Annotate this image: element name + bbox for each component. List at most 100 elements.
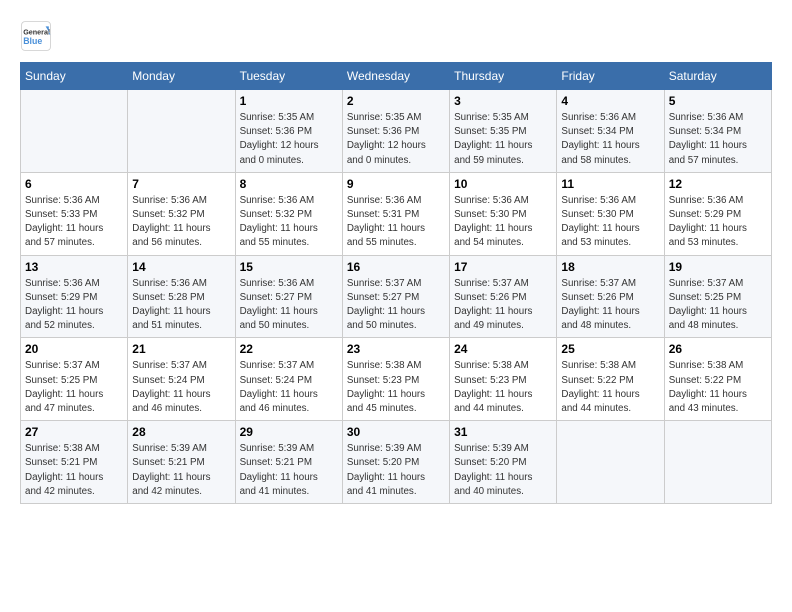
calendar-cell: 16 Sunrise: 5:37 AMSunset: 5:27 PMDayligh… (342, 255, 449, 338)
calendar-cell: 1 Sunrise: 5:35 AMSunset: 5:36 PMDaylight… (235, 90, 342, 173)
day-number: 1 (240, 94, 338, 108)
day-info: Sunrise: 5:37 AMSunset: 5:24 PMDaylight:… (132, 359, 230, 416)
day-number: 16 (347, 260, 445, 274)
day-info: Sunrise: 5:37 AMSunset: 5:26 PMDaylight:… (561, 277, 659, 334)
calendar-cell: 30 Sunrise: 5:39 AMSunset: 5:20 PMDayligh… (342, 421, 449, 504)
day-info: Sunrise: 5:36 AMSunset: 5:30 PMDaylight:… (561, 194, 659, 251)
calendar-cell: 31 Sunrise: 5:39 AMSunset: 5:20 PMDayligh… (450, 421, 557, 504)
day-info: Sunrise: 5:36 AMSunset: 5:29 PMDaylight:… (25, 277, 123, 334)
calendar-cell: 29 Sunrise: 5:39 AMSunset: 5:21 PMDayligh… (235, 421, 342, 504)
day-header-sunday: Sunday (21, 63, 128, 90)
calendar-cell: 11Sunrise: 5:36 AMSunset: 5:30 PMDayligh… (557, 172, 664, 255)
day-number: 30 (347, 425, 445, 439)
calendar-cell: 18 Sunrise: 5:37 AMSunset: 5:26 PMDayligh… (557, 255, 664, 338)
day-info: Sunrise: 5:39 AMSunset: 5:20 PMDaylight:… (454, 442, 552, 499)
week-row-2: 6 Sunrise: 5:36 AMSunset: 5:33 PMDaylight… (21, 172, 772, 255)
day-number: 28 (132, 425, 230, 439)
day-info: Sunrise: 5:36 AMSunset: 5:32 PMDaylight:… (132, 194, 230, 251)
calendar-cell: 27 Sunrise: 5:38 AMSunset: 5:21 PMDayligh… (21, 421, 128, 504)
day-info: Sunrise: 5:36 AMSunset: 5:31 PMDaylight:… (347, 194, 445, 251)
calendar-table: SundayMondayTuesdayWednesdayThursdayFrid… (20, 62, 772, 504)
day-info: Sunrise: 5:39 AMSunset: 5:21 PMDaylight:… (132, 442, 230, 499)
calendar-cell: 14Sunrise: 5:36 AMSunset: 5:28 PMDayligh… (128, 255, 235, 338)
calendar-cell: 19 Sunrise: 5:37 AMSunset: 5:25 PMDayligh… (664, 255, 771, 338)
day-number: 23 (347, 342, 445, 356)
day-info: Sunrise: 5:35 AMSunset: 5:35 PMDaylight:… (454, 111, 552, 168)
day-number: 15 (240, 260, 338, 274)
calendar-cell: 15Sunrise: 5:36 AMSunset: 5:27 PMDayligh… (235, 255, 342, 338)
day-number: 31 (454, 425, 552, 439)
day-header-tuesday: Tuesday (235, 63, 342, 90)
day-info: Sunrise: 5:37 AMSunset: 5:25 PMDaylight:… (25, 359, 123, 416)
day-info: Sunrise: 5:36 AMSunset: 5:34 PMDaylight:… (561, 111, 659, 168)
day-number: 14 (132, 260, 230, 274)
day-info: Sunrise: 5:39 AMSunset: 5:21 PMDaylight:… (240, 442, 338, 499)
calendar-cell: 13 Sunrise: 5:36 AMSunset: 5:29 PMDayligh… (21, 255, 128, 338)
calendar-cell: 17 Sunrise: 5:37 AMSunset: 5:26 PMDayligh… (450, 255, 557, 338)
calendar-cell: 6 Sunrise: 5:36 AMSunset: 5:33 PMDaylight… (21, 172, 128, 255)
calendar-header: SundayMondayTuesdayWednesdayThursdayFrid… (21, 63, 772, 90)
day-info: Sunrise: 5:36 AMSunset: 5:29 PMDaylight:… (669, 194, 767, 251)
calendar-cell: 25 Sunrise: 5:38 AMSunset: 5:22 PMDayligh… (557, 338, 664, 421)
day-number: 26 (669, 342, 767, 356)
svg-text:General: General (23, 27, 50, 36)
calendar-cell (128, 90, 235, 173)
day-number: 8 (240, 177, 338, 191)
day-number: 25 (561, 342, 659, 356)
day-number: 19 (669, 260, 767, 274)
calendar-cell: 12 Sunrise: 5:36 AMSunset: 5:29 PMDayligh… (664, 172, 771, 255)
day-info: Sunrise: 5:38 AMSunset: 5:23 PMDaylight:… (454, 359, 552, 416)
day-number: 20 (25, 342, 123, 356)
day-number: 12 (669, 177, 767, 191)
day-info: Sunrise: 5:38 AMSunset: 5:22 PMDaylight:… (561, 359, 659, 416)
day-header-saturday: Saturday (664, 63, 771, 90)
day-info: Sunrise: 5:36 AMSunset: 5:32 PMDaylight:… (240, 194, 338, 251)
day-number: 3 (454, 94, 552, 108)
calendar-cell: 10Sunrise: 5:36 AMSunset: 5:30 PMDayligh… (450, 172, 557, 255)
day-info: Sunrise: 5:39 AMSunset: 5:20 PMDaylight:… (347, 442, 445, 499)
day-number: 22 (240, 342, 338, 356)
day-info: Sunrise: 5:38 AMSunset: 5:23 PMDaylight:… (347, 359, 445, 416)
day-info: Sunrise: 5:36 AMSunset: 5:34 PMDaylight:… (669, 111, 767, 168)
calendar-cell: 24 Sunrise: 5:38 AMSunset: 5:23 PMDayligh… (450, 338, 557, 421)
day-header-monday: Monday (128, 63, 235, 90)
calendar-cell (664, 421, 771, 504)
day-info: Sunrise: 5:38 AMSunset: 5:22 PMDaylight:… (669, 359, 767, 416)
calendar-cell: 9 Sunrise: 5:36 AMSunset: 5:31 PMDaylight… (342, 172, 449, 255)
week-row-4: 20 Sunrise: 5:37 AMSunset: 5:25 PMDayligh… (21, 338, 772, 421)
day-number: 6 (25, 177, 123, 191)
calendar-cell (21, 90, 128, 173)
calendar-cell (557, 421, 664, 504)
day-number: 29 (240, 425, 338, 439)
calendar-cell: 2 Sunrise: 5:35 AMSunset: 5:36 PMDaylight… (342, 90, 449, 173)
day-info: Sunrise: 5:37 AMSunset: 5:26 PMDaylight:… (454, 277, 552, 334)
calendar-cell: 8 Sunrise: 5:36 AMSunset: 5:32 PMDaylight… (235, 172, 342, 255)
day-number: 4 (561, 94, 659, 108)
day-info: Sunrise: 5:35 AMSunset: 5:36 PMDaylight:… (240, 111, 338, 168)
week-row-1: 1 Sunrise: 5:35 AMSunset: 5:36 PMDaylight… (21, 90, 772, 173)
logo: General Blue (20, 20, 56, 52)
day-info: Sunrise: 5:37 AMSunset: 5:25 PMDaylight:… (669, 277, 767, 334)
day-number: 27 (25, 425, 123, 439)
day-info: Sunrise: 5:37 AMSunset: 5:27 PMDaylight:… (347, 277, 445, 334)
day-number: 13 (25, 260, 123, 274)
day-number: 9 (347, 177, 445, 191)
day-number: 24 (454, 342, 552, 356)
page-header: General Blue (20, 20, 772, 52)
day-header-thursday: Thursday (450, 63, 557, 90)
day-info: Sunrise: 5:35 AMSunset: 5:36 PMDaylight:… (347, 111, 445, 168)
day-number: 7 (132, 177, 230, 191)
calendar-cell: 23 Sunrise: 5:38 AMSunset: 5:23 PMDayligh… (342, 338, 449, 421)
day-number: 2 (347, 94, 445, 108)
svg-text:Blue: Blue (23, 36, 42, 46)
calendar-cell: 4 Sunrise: 5:36 AMSunset: 5:34 PMDaylight… (557, 90, 664, 173)
calendar-cell: 26 Sunrise: 5:38 AMSunset: 5:22 PMDayligh… (664, 338, 771, 421)
week-row-3: 13 Sunrise: 5:36 AMSunset: 5:29 PMDayligh… (21, 255, 772, 338)
day-number: 18 (561, 260, 659, 274)
day-header-wednesday: Wednesday (342, 63, 449, 90)
day-number: 17 (454, 260, 552, 274)
day-info: Sunrise: 5:36 AMSunset: 5:33 PMDaylight:… (25, 194, 123, 251)
day-number: 21 (132, 342, 230, 356)
day-info: Sunrise: 5:38 AMSunset: 5:21 PMDaylight:… (25, 442, 123, 499)
calendar-cell: 28 Sunrise: 5:39 AMSunset: 5:21 PMDayligh… (128, 421, 235, 504)
